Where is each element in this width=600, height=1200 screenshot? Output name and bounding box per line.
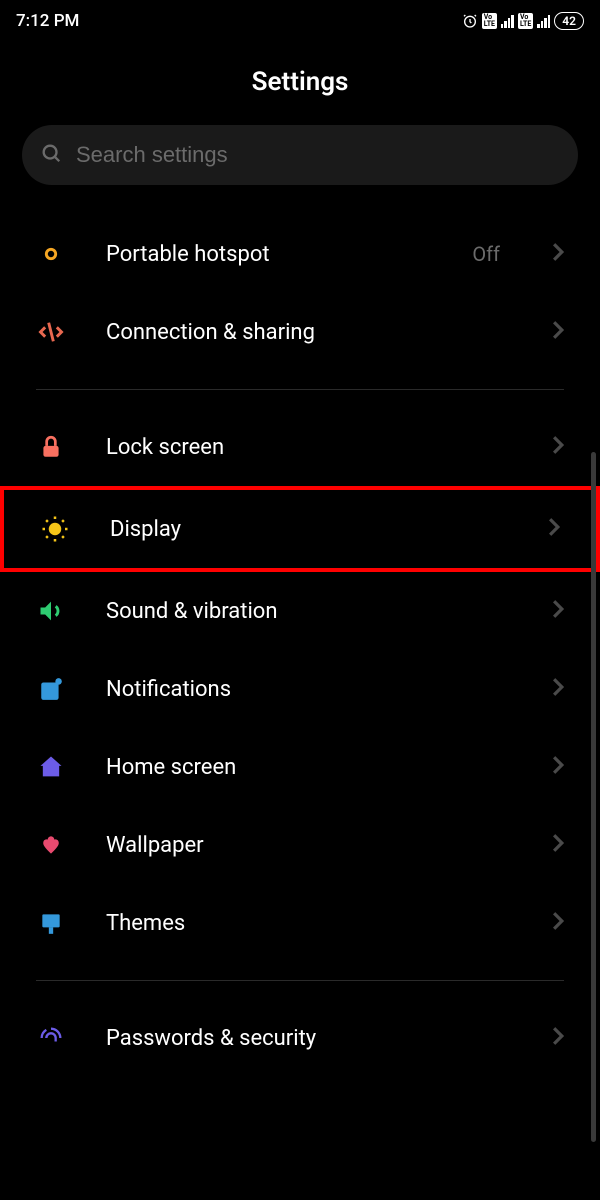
- chevron-right-icon: [552, 600, 564, 622]
- settings-item-connection-sharing[interactable]: Connection & sharing: [0, 293, 600, 371]
- search-bar[interactable]: [22, 125, 578, 185]
- sound-icon: [36, 596, 66, 626]
- chevron-right-icon: [552, 436, 564, 458]
- settings-item-notifications[interactable]: Notifications: [0, 650, 600, 728]
- setting-label: Sound & vibration: [106, 599, 512, 624]
- themes-icon: [36, 908, 66, 938]
- settings-item-home-screen[interactable]: Home screen: [0, 728, 600, 806]
- setting-label: Wallpaper: [106, 833, 512, 858]
- settings-item-sound-vibration[interactable]: Sound & vibration: [0, 572, 600, 650]
- alarm-icon: [462, 13, 478, 29]
- chevron-right-icon: [552, 756, 564, 778]
- settings-item-lock-screen[interactable]: Lock screen: [0, 408, 600, 486]
- display-icon: [40, 514, 70, 544]
- setting-label: Passwords & security: [106, 1026, 512, 1051]
- battery-icon: 42: [554, 12, 584, 30]
- settings-item-themes[interactable]: Themes: [0, 884, 600, 962]
- home-icon: [36, 752, 66, 782]
- settings-list: Portable hotspot Off Connection & sharin…: [0, 215, 600, 1077]
- settings-item-display[interactable]: Display: [4, 490, 596, 568]
- chevron-right-icon: [552, 1027, 564, 1049]
- status-time: 7:12 PM: [16, 11, 79, 31]
- chevron-right-icon: [552, 678, 564, 700]
- volte-icon-1: VoLTE: [482, 13, 497, 29]
- notifications-icon: [36, 674, 66, 704]
- setting-value: Off: [472, 242, 500, 266]
- setting-label: Display: [110, 517, 508, 542]
- chevron-right-icon: [552, 912, 564, 934]
- lock-icon: [36, 432, 66, 462]
- signal-icon-1: [501, 15, 514, 28]
- setting-label: Portable hotspot: [106, 242, 432, 267]
- settings-item-wallpaper[interactable]: Wallpaper: [0, 806, 600, 884]
- signal-icon-2: [537, 15, 550, 28]
- highlight-annotation: Display: [0, 486, 600, 572]
- volte-icon-2: VoLTE: [518, 13, 533, 29]
- chevron-right-icon: [552, 321, 564, 343]
- setting-label: Home screen: [106, 755, 512, 780]
- search-input[interactable]: [76, 142, 560, 168]
- scrollbar[interactable]: [591, 452, 596, 1142]
- divider: [36, 389, 564, 390]
- page-title: Settings: [0, 67, 600, 97]
- chevron-right-icon: [552, 834, 564, 856]
- setting-label: Notifications: [106, 677, 512, 702]
- wallpaper-icon: [36, 830, 66, 860]
- hotspot-icon: [36, 239, 66, 269]
- setting-label: Themes: [106, 911, 512, 936]
- chevron-right-icon: [552, 243, 564, 265]
- search-icon: [40, 142, 62, 168]
- status-icons: VoLTE VoLTE 42: [462, 12, 584, 30]
- setting-label: Lock screen: [106, 435, 512, 460]
- chevron-right-icon: [548, 518, 560, 540]
- settings-item-passwords-security[interactable]: Passwords & security: [0, 999, 600, 1077]
- settings-item-portable-hotspot[interactable]: Portable hotspot Off: [0, 215, 600, 293]
- setting-label: Connection & sharing: [106, 320, 512, 345]
- fingerprint-icon: [36, 1023, 66, 1053]
- connection-icon: [36, 317, 66, 347]
- divider: [36, 980, 564, 981]
- status-bar: 7:12 PM VoLTE VoLTE 42: [0, 0, 600, 42]
